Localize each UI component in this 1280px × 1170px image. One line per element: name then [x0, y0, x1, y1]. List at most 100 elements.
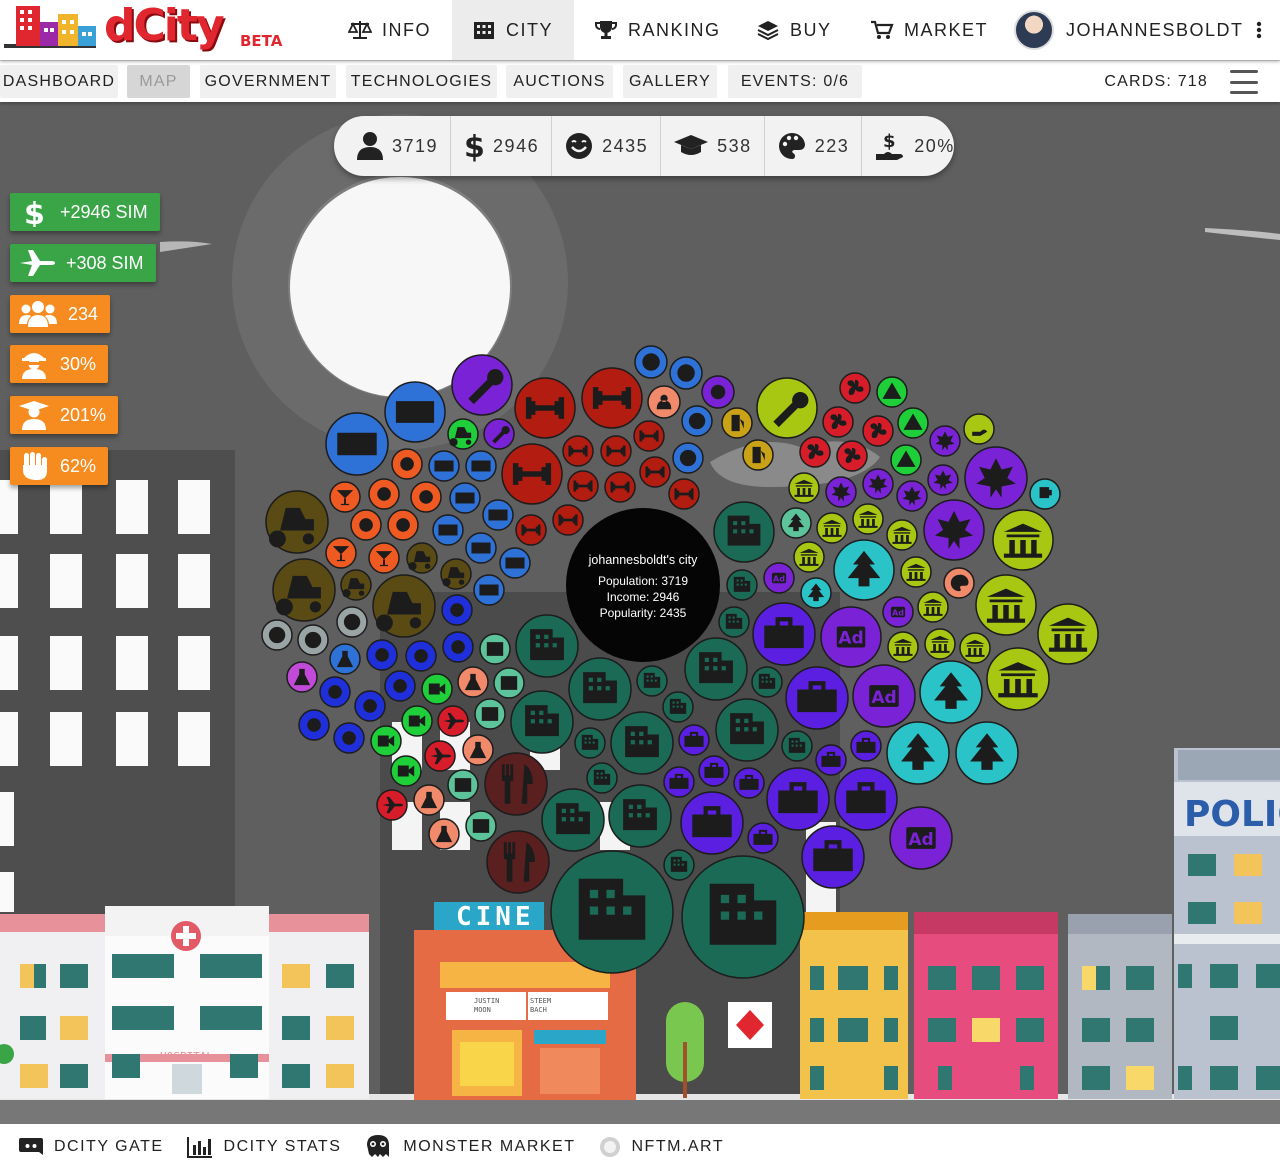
building-bubble-money[interactable]	[449, 482, 481, 514]
building-bubble-money[interactable]	[465, 532, 497, 564]
building-bubble-image[interactable]	[479, 633, 511, 665]
building-bubble-building[interactable]	[550, 850, 674, 974]
building-bubble-cocktail[interactable]	[325, 537, 357, 569]
building-bubble-building[interactable]	[541, 788, 605, 852]
stat-education[interactable]: 538	[661, 116, 765, 176]
footer-dcity-gate[interactable]: DCITY GATE	[18, 1135, 164, 1159]
building-bubble-leaf[interactable]	[862, 468, 894, 500]
badge-unemployed[interactable]: 234	[10, 295, 111, 333]
building-bubble-gear[interactable]	[442, 631, 474, 663]
building-bubble-dumbbell[interactable]	[633, 420, 665, 452]
building-bubble-dumbbell[interactable]	[668, 478, 700, 510]
building-bubble-flask[interactable]	[428, 818, 460, 850]
building-bubble-ad[interactable]: Ad	[763, 562, 795, 594]
building-bubble-bank[interactable]	[924, 628, 956, 660]
building-bubble-bank[interactable]	[959, 632, 991, 664]
building-bubble-briefcase[interactable]	[815, 744, 847, 776]
building-bubble-fan[interactable]	[822, 406, 854, 438]
stat-tax[interactable]: $ 20%	[862, 116, 967, 176]
building-bubble-gear[interactable]	[410, 481, 442, 513]
building-bubble-plane[interactable]	[424, 740, 456, 772]
building-bubble-radiation[interactable]	[261, 619, 293, 651]
building-bubble-gear[interactable]	[333, 722, 365, 754]
footer-dcity-stats[interactable]: DCITY STATS	[186, 1135, 342, 1159]
city-center-info[interactable]: johannesboldt's city Population: 3719 In…	[566, 508, 720, 621]
building-bubble-image[interactable]	[474, 698, 506, 730]
building-bubble-camera[interactable]	[370, 725, 402, 757]
building-bubble-gear[interactable]	[298, 709, 330, 741]
building-bubble-fan[interactable]	[862, 415, 894, 447]
building-bubble-gear[interactable]	[391, 448, 423, 480]
building-bubble-tent[interactable]	[876, 376, 908, 408]
building-bubble-briefcase[interactable]	[785, 666, 849, 730]
building-bubble-image[interactable]	[465, 810, 497, 842]
building-bubble-money[interactable]	[473, 574, 505, 606]
building-bubble-gear[interactable]	[366, 639, 398, 671]
footer-nftm-art[interactable]: NFTM.ART	[598, 1135, 725, 1159]
building-bubble-building[interactable]	[713, 501, 775, 563]
building-bubble-briefcase[interactable]	[747, 822, 779, 854]
building-bubble-flask[interactable]	[457, 666, 489, 698]
building-bubble-building[interactable]	[608, 784, 672, 848]
building-bubble-briefcase[interactable]	[850, 730, 882, 762]
building-bubble-tractor[interactable]	[340, 569, 372, 601]
building-bubble-plane[interactable]	[437, 705, 469, 737]
building-bubble-money[interactable]	[428, 450, 460, 482]
footer-monster-market[interactable]: MONSTER MARKET	[363, 1133, 575, 1161]
building-bubble-tree[interactable]	[833, 539, 895, 601]
building-bubble-briefcase[interactable]	[678, 724, 710, 756]
building-bubble-cocktail[interactable]	[368, 542, 400, 574]
building-bubble-gear[interactable]	[405, 640, 437, 672]
building-bubble-building[interactable]	[751, 666, 783, 698]
building-bubble-building[interactable]	[568, 657, 632, 721]
building-bubble-leaf[interactable]	[927, 464, 959, 496]
dcity-logo[interactable]: dCity BETA	[0, 0, 300, 60]
building-bubble-money[interactable]	[432, 514, 464, 546]
nav-city[interactable]: CITY	[452, 0, 574, 60]
building-bubble-tent[interactable]	[897, 407, 929, 439]
building-bubble-briefcase[interactable]	[834, 767, 898, 831]
building-bubble-bank[interactable]	[793, 541, 825, 573]
building-bubble-radiation[interactable]	[336, 606, 368, 638]
tab-technologies[interactable]: TECHNOLOGIES	[346, 65, 497, 98]
building-bubble-briefcase[interactable]	[698, 755, 730, 787]
building-bubble-dumbbell[interactable]	[604, 471, 636, 503]
building-bubble-building[interactable]	[663, 849, 695, 881]
building-bubble-building[interactable]	[781, 730, 813, 762]
building-bubble-leaf[interactable]	[929, 425, 961, 457]
building-bubble-gear[interactable]	[368, 478, 400, 510]
building-bubble-bank[interactable]	[852, 503, 884, 535]
building-bubble-smile[interactable]	[672, 442, 704, 474]
building-bubble-bank[interactable]	[992, 509, 1054, 571]
tab-events[interactable]: EVENTS: 0/6	[728, 65, 862, 98]
badge-crime[interactable]: 30%	[10, 345, 109, 383]
building-bubble-tree[interactable]	[919, 660, 983, 724]
building-bubble-building[interactable]	[515, 614, 579, 678]
building-bubble-tree[interactable]	[955, 721, 1019, 785]
building-bubble-building[interactable]	[610, 711, 674, 775]
building-bubble-users[interactable]	[647, 385, 681, 419]
building-bubble-dumbbell[interactable]	[514, 377, 576, 439]
nav-user-profile[interactable]: JOHANNESBOLDT	[1014, 0, 1274, 60]
building-bubble-gas[interactable]	[721, 407, 753, 439]
building-bubble-money[interactable]	[384, 381, 446, 443]
building-bubble-gear[interactable]	[354, 690, 386, 722]
building-bubble-wrench[interactable]	[451, 354, 513, 416]
building-bubble-utensils[interactable]	[486, 830, 550, 894]
building-bubble-tractor[interactable]	[440, 558, 472, 590]
building-bubble-money[interactable]	[482, 499, 514, 531]
stat-creativity[interactable]: 223	[765, 116, 863, 176]
building-bubble-gear[interactable]	[387, 509, 419, 541]
building-bubble-building[interactable]	[726, 569, 758, 601]
building-bubble-flask[interactable]	[413, 784, 445, 816]
stat-popularity[interactable]: 2435	[552, 116, 662, 176]
building-bubble-ad[interactable]: Ad	[852, 664, 916, 728]
building-bubble-building[interactable]	[684, 637, 748, 701]
building-bubble-building[interactable]	[681, 855, 805, 979]
tab-auctions[interactable]: AUCTIONS	[506, 65, 613, 98]
building-bubble-smile[interactable]	[681, 405, 713, 437]
building-bubble-cup[interactable]	[1029, 478, 1061, 510]
building-bubble-flask[interactable]	[286, 661, 318, 693]
building-bubble-gear[interactable]	[701, 375, 735, 409]
building-bubble-camera[interactable]	[401, 705, 433, 737]
